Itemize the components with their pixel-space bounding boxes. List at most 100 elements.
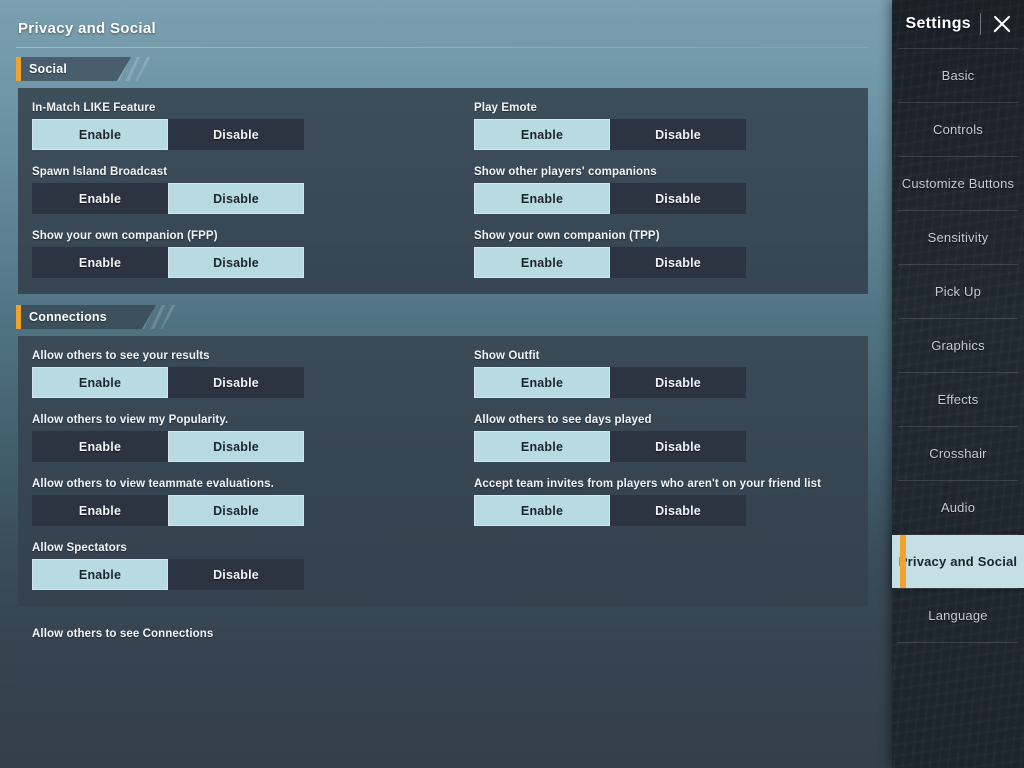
section-header-social: Social bbox=[16, 56, 892, 82]
active-indicator-bar bbox=[900, 535, 906, 588]
option-play-emote: Play Emote Enable Disable bbox=[474, 102, 868, 150]
enable-button[interactable]: Enable bbox=[474, 431, 610, 462]
disable-button[interactable]: Disable bbox=[168, 431, 304, 462]
option-label: Play Emote bbox=[474, 102, 537, 114]
option-label: In-Match LIKE Feature bbox=[32, 102, 156, 114]
enable-button[interactable]: Enable bbox=[474, 495, 610, 526]
sidebar-item-privacy-and-social[interactable]: Privacy and Social bbox=[892, 535, 1024, 588]
option-label: Allow others to see your results bbox=[32, 350, 210, 362]
sidebar-item-label: Pick Up bbox=[934, 284, 982, 299]
toggle-group[interactable]: Enable Disable bbox=[32, 119, 304, 150]
sidebar-item-controls[interactable]: Controls bbox=[892, 103, 1024, 156]
sidebar-divider bbox=[898, 642, 1018, 643]
toggle-group[interactable]: Enable Disable bbox=[474, 247, 746, 278]
option-show-your-own-companion-fpp: Show your own companion (FPP) Enable Dis… bbox=[18, 230, 474, 278]
sidebar-item-label: Audio bbox=[940, 500, 976, 515]
sidebar-item-label: Effects bbox=[937, 392, 979, 407]
sidebar-item-basic[interactable]: Basic bbox=[892, 49, 1024, 102]
settings-content-area: Privacy and Social Social In-Match LIKE … bbox=[0, 0, 892, 768]
toggle-group[interactable]: Enable Disable bbox=[32, 495, 304, 526]
disable-button[interactable]: Disable bbox=[168, 559, 304, 590]
enable-button[interactable]: Enable bbox=[32, 367, 168, 398]
option-allow-others-view-teammate-evaluations: Allow others to view teammate evaluation… bbox=[18, 478, 474, 526]
option-label: Spawn Island Broadcast bbox=[32, 166, 168, 178]
sidebar-item-audio[interactable]: Audio bbox=[892, 481, 1024, 534]
section-accent-bar bbox=[16, 57, 21, 81]
disable-button[interactable]: Disable bbox=[610, 247, 746, 278]
option-label: Accept team invites from players who are… bbox=[474, 478, 822, 490]
toggle-group[interactable]: Enable Disable bbox=[474, 495, 746, 526]
enable-button[interactable]: Enable bbox=[474, 247, 610, 278]
option-label: Allow others to view my Popularity. bbox=[32, 414, 229, 426]
header-separator bbox=[980, 13, 981, 35]
toggle-group[interactable]: Enable Disable bbox=[32, 367, 304, 398]
enable-button[interactable]: Enable bbox=[474, 367, 610, 398]
enable-button[interactable]: Enable bbox=[474, 119, 610, 150]
enable-button[interactable]: Enable bbox=[32, 495, 168, 526]
option-label: Show Outfit bbox=[474, 350, 540, 362]
disable-button[interactable]: Disable bbox=[168, 247, 304, 278]
sidebar-item-label: Crosshair bbox=[929, 446, 987, 461]
sidebar-item-graphics[interactable]: Graphics bbox=[892, 319, 1024, 372]
section-plate: Social bbox=[21, 57, 131, 81]
option-show-outfit: Show Outfit Enable Disable bbox=[474, 350, 868, 398]
option-allow-others-see-days-played: Allow others to see days played Enable D… bbox=[474, 414, 868, 462]
enable-button[interactable]: Enable bbox=[474, 183, 610, 214]
sidebar-item-label: Customize Buttons bbox=[901, 176, 1015, 191]
title-divider bbox=[16, 47, 868, 48]
option-allow-others-view-popularity: Allow others to view my Popularity. Enab… bbox=[18, 414, 474, 462]
sidebar-item-language[interactable]: Language bbox=[892, 589, 1024, 642]
disable-button[interactable]: Disable bbox=[168, 495, 304, 526]
sidebar-item-sensitivity[interactable]: Sensitivity bbox=[892, 211, 1024, 264]
toggle-group[interactable]: Enable Disable bbox=[474, 183, 746, 214]
sidebar-item-customize-buttons[interactable]: Customize Buttons bbox=[892, 157, 1024, 210]
option-label: Show your own companion (TPP) bbox=[474, 230, 660, 242]
disable-button[interactable]: Disable bbox=[610, 367, 746, 398]
disable-button[interactable]: Disable bbox=[168, 183, 304, 214]
toggle-group[interactable]: Enable Disable bbox=[474, 431, 746, 462]
settings-title: Settings bbox=[905, 15, 971, 32]
disable-button[interactable]: Disable bbox=[610, 119, 746, 150]
option-show-your-own-companion-tpp: Show your own companion (TPP) Enable Dis… bbox=[474, 230, 868, 278]
disable-button[interactable]: Disable bbox=[610, 431, 746, 462]
option-spawn-island-broadcast: Spawn Island Broadcast Enable Disable bbox=[18, 166, 474, 214]
close-icon[interactable] bbox=[990, 12, 1014, 36]
sidebar-item-crosshair[interactable]: Crosshair bbox=[892, 427, 1024, 480]
toggle-group[interactable]: Enable Disable bbox=[474, 119, 746, 150]
section-title-connections: Connections bbox=[29, 310, 107, 324]
enable-button[interactable]: Enable bbox=[32, 183, 168, 214]
page-title: Privacy and Social bbox=[18, 20, 156, 37]
toggle-group[interactable]: Enable Disable bbox=[32, 183, 304, 214]
enable-button[interactable]: Enable bbox=[32, 247, 168, 278]
enable-button[interactable]: Enable bbox=[32, 431, 168, 462]
toggle-group[interactable]: Enable Disable bbox=[32, 431, 304, 462]
toggle-group[interactable]: Enable Disable bbox=[474, 367, 746, 398]
enable-button[interactable]: Enable bbox=[32, 559, 168, 590]
toggle-group[interactable]: Enable Disable bbox=[32, 247, 304, 278]
settings-sidebar: Settings Basic Controls Customize Button… bbox=[892, 0, 1024, 768]
section-plate: Connections bbox=[21, 305, 156, 329]
option-show-other-players-companions: Show other players' companions Enable Di… bbox=[474, 166, 868, 214]
sidebar-item-effects[interactable]: Effects bbox=[892, 373, 1024, 426]
settings-scroll-body[interactable]: Social In-Match LIKE Feature Enable Disa… bbox=[0, 56, 892, 768]
options-card-partial: Allow others to see Connections bbox=[18, 616, 868, 696]
sidebar-item-pick-up[interactable]: Pick Up bbox=[892, 265, 1024, 318]
option-label: Show other players' companions bbox=[474, 166, 657, 178]
sidebar-item-label: Graphics bbox=[931, 338, 985, 353]
option-allow-others-see-connections: Allow others to see Connections bbox=[18, 628, 868, 640]
disable-button[interactable]: Disable bbox=[610, 183, 746, 214]
option-label: Show your own companion (FPP) bbox=[32, 230, 218, 242]
disable-button[interactable]: Disable bbox=[610, 495, 746, 526]
sidebar-item-label: Privacy and Social bbox=[898, 554, 1018, 569]
disable-button[interactable]: Disable bbox=[168, 119, 304, 150]
section-header-connections: Connections bbox=[16, 304, 892, 330]
enable-button[interactable]: Enable bbox=[32, 119, 168, 150]
disable-button[interactable]: Disable bbox=[168, 367, 304, 398]
section-title-social: Social bbox=[29, 62, 68, 76]
options-card-connections: Allow others to see your results Enable … bbox=[18, 336, 868, 606]
sidebar-header: Settings bbox=[892, 0, 1024, 48]
toggle-group[interactable]: Enable Disable bbox=[32, 559, 304, 590]
sidebar-item-label: Controls bbox=[932, 122, 983, 137]
sidebar-item-label: Basic bbox=[941, 68, 975, 83]
section-accent-bar bbox=[16, 305, 21, 329]
